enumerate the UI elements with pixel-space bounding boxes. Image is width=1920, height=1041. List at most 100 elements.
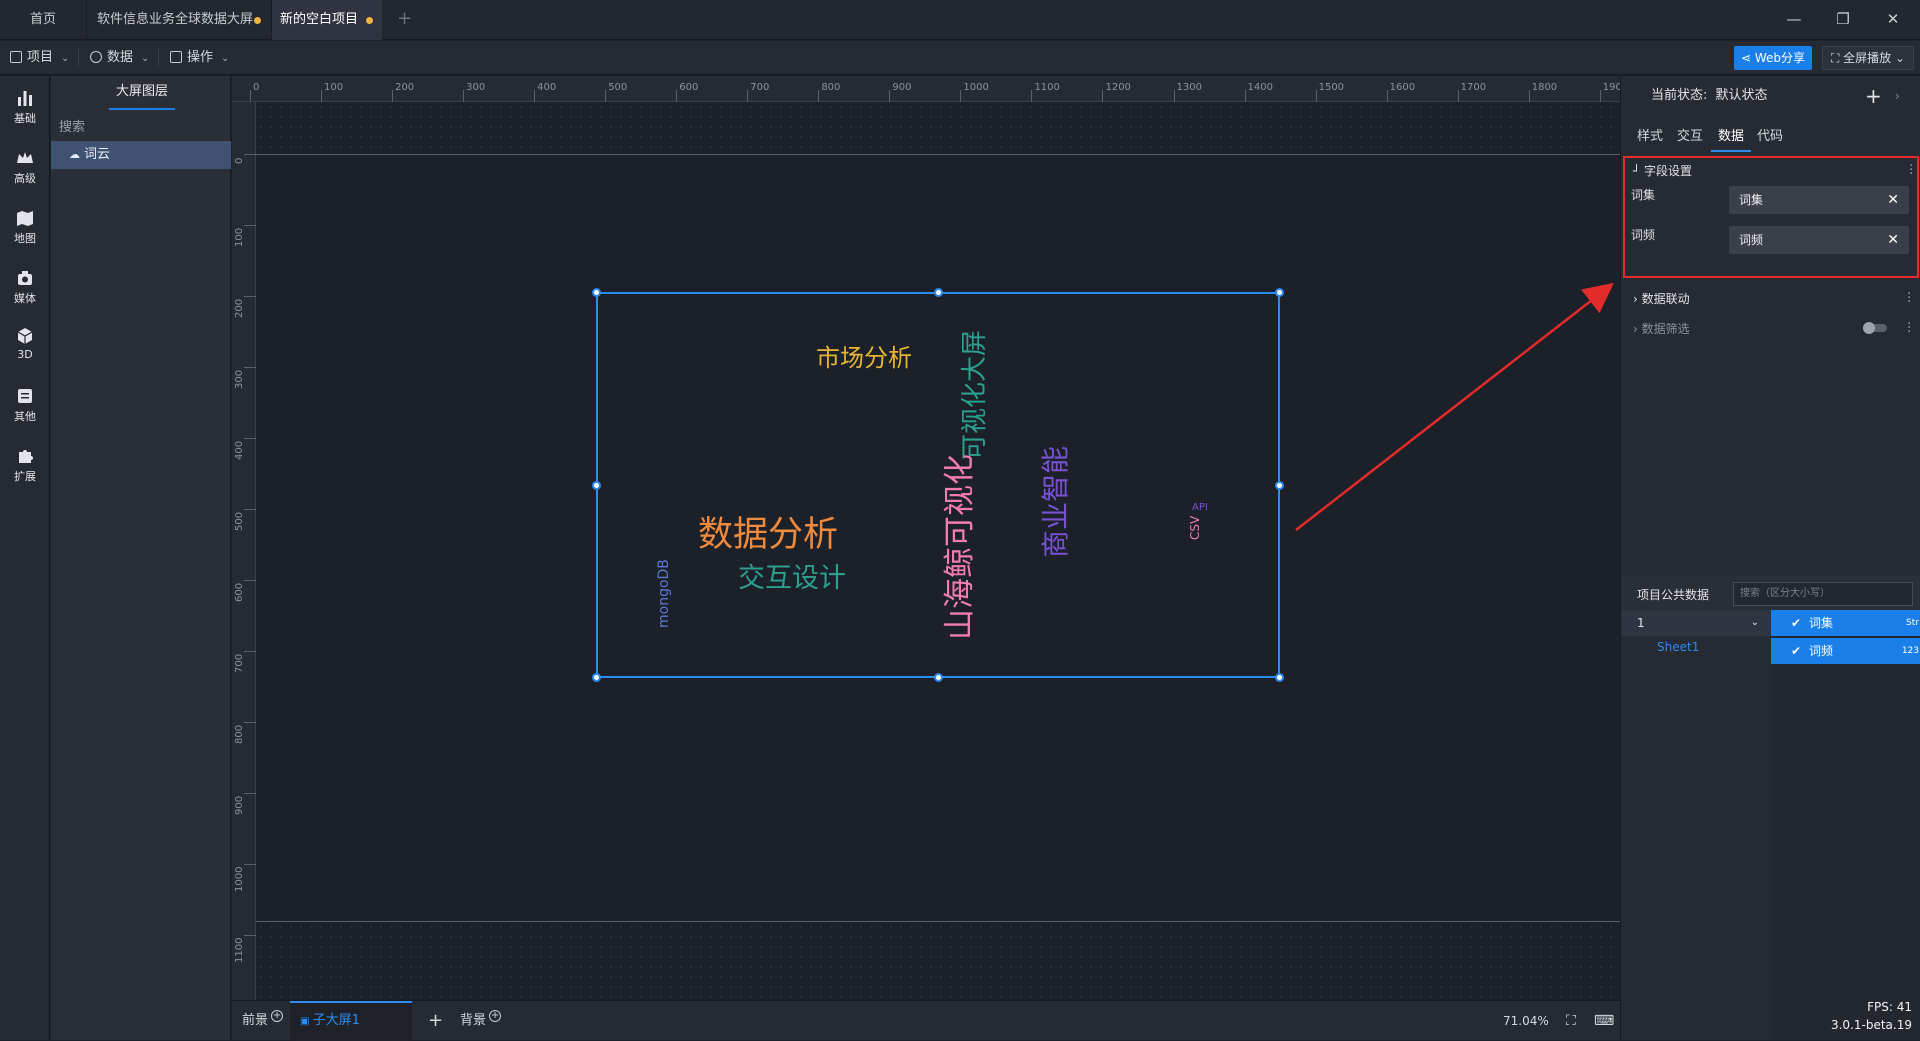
more-vertical-icon[interactable]: · · · [1909, 159, 1913, 181]
sheet-item[interactable]: Sheet1 [1657, 640, 1699, 654]
rail-item-other[interactable]: 其他 [0, 382, 50, 432]
background-tab[interactable]: 背景 + [460, 1001, 502, 1041]
word-csv: CSV [1188, 515, 1202, 540]
new-tab-plus-icon[interactable]: + [397, 8, 412, 29]
minimize-icon[interactable]: — [1785, 10, 1803, 28]
ruler-label: 300 [466, 82, 486, 93]
ruler-label: 700 [750, 82, 770, 93]
field-settings-title[interactable]: ┘ 字段设置 [1633, 162, 1692, 179]
tab-screen-layers[interactable]: 大屏图层 [109, 76, 175, 110]
rail-label: 扩展 [14, 470, 36, 483]
ruler-label: 100 [324, 82, 344, 93]
rail-label: 媒体 [14, 292, 36, 305]
more-vertical-icon[interactable]: · · · [1907, 317, 1911, 339]
add-circle-icon[interactable]: + [489, 1010, 502, 1022]
more-vertical-icon[interactable]: · · · [1907, 287, 1911, 309]
tab-blank-project[interactable]: 新的空白项目 [272, 0, 382, 40]
field-tag-words[interactable]: 词集 ✕ [1729, 186, 1909, 214]
rail-item-map[interactable]: 地图 [0, 204, 50, 254]
resize-handle-n[interactable] [934, 288, 943, 297]
add-state-plus-icon[interactable]: + [1865, 76, 1882, 116]
public-data-search-input[interactable]: 搜索（区分大小写） [1733, 582, 1913, 606]
toggle-knob [1863, 322, 1875, 334]
close-icon[interactable]: ✕ [1884, 10, 1902, 28]
screen-icon: ▣ [300, 1016, 313, 1027]
data-linkage-section[interactable]: › 数据联动 [1633, 290, 1690, 307]
rail-item-extension[interactable]: 扩展 [0, 442, 50, 492]
tab-global-dashboard[interactable]: 软件信息业务全球数据大屏 [87, 0, 271, 40]
ruler-top[interactable]: 0 100 200 300 400 500 600 700 800 900 1000 1100 1200… [232, 76, 1628, 102]
editor-canvas[interactable]: 市场分析 可视化大屏 商业智能 数据分析 交互设计 山海鲸可视化 mongoDB… [256, 102, 1620, 1000]
ruler-label: 500 [234, 512, 245, 532]
camera-icon [18, 271, 32, 285]
ruler-label: 400 [537, 82, 557, 93]
resize-handle-ne[interactable] [1275, 288, 1284, 297]
web-share-button[interactable]: ⋖ Web分享 [1734, 46, 1812, 70]
foreground-tab[interactable]: 前景 + [242, 1001, 284, 1041]
layer-item-wordcloud[interactable]: ☁ 词云 [51, 141, 231, 169]
tab-data[interactable]: 数据 [1711, 122, 1751, 152]
dataset-select[interactable]: 1 ⌄ [1621, 610, 1771, 636]
wordcloud-widget[interactable]: 市场分析 可视化大屏 商业智能 数据分析 交互设计 山海鲸可视化 mongoDB… [592, 288, 1284, 682]
layer-search-input[interactable]: 搜索 [59, 116, 85, 135]
wordcloud-icon: ☁ [69, 148, 80, 161]
resize-handle-e[interactable] [1275, 481, 1284, 490]
keyboard-icon[interactable]: ⌨ [1594, 1001, 1614, 1041]
rail-item-advanced[interactable]: 高级 [0, 144, 50, 194]
field-tag-frequency[interactable]: 词频 ✕ [1729, 226, 1909, 254]
dataset-label: 1 [1637, 616, 1645, 630]
ruler-tick [747, 90, 749, 102]
toolbar: 项目 ⌄ 数据 ⌄ 操作 ⌄ ⋖ Web分享 ⛶ 全屏播放 ⌄ [0, 41, 1920, 75]
resize-handle-nw[interactable] [592, 288, 601, 297]
fullscreen-play-button[interactable]: ⛶ 全屏播放 ⌄ [1822, 46, 1914, 70]
column-item-words[interactable]: ✔ 词集 Str [1771, 610, 1920, 636]
state-value[interactable]: 默认状态 [1716, 88, 1768, 103]
add-circle-icon[interactable]: + [271, 1010, 284, 1022]
sub-screen-tab[interactable]: ▣ 子大屏1 [290, 1001, 412, 1041]
ruler-label: 1000 [963, 82, 989, 93]
menu-label: 项目 [27, 50, 54, 65]
rail-item-3d[interactable]: 3D [0, 322, 50, 372]
rail-label: 高级 [14, 172, 36, 185]
resize-handle-se[interactable] [1275, 673, 1284, 682]
resize-handle-sw[interactable] [592, 673, 601, 682]
ruler-label: 1200 [1105, 82, 1131, 93]
tab-style[interactable]: 样式 [1637, 122, 1663, 152]
ruler-tick [1528, 90, 1530, 102]
tab-home[interactable]: 首页 [0, 0, 86, 40]
rail-item-media[interactable]: 媒体 [0, 264, 50, 314]
fit-screen-icon[interactable]: ⛶ [1566, 1001, 1576, 1041]
remove-icon[interactable]: ✕ [1887, 226, 1899, 254]
column-item-frequency[interactable]: ✔ 词频 123 [1771, 638, 1920, 664]
ruler-left[interactable]: 0 100 200 300 400 500 600 700 800 900 1000 1100 [232, 102, 256, 1000]
tab-code[interactable]: 代码 [1757, 122, 1783, 152]
ruler-tick [676, 90, 678, 102]
ruler-tick [1031, 90, 1033, 102]
data-menu[interactable]: 数据 ⌄ [90, 41, 149, 75]
rail-label: 其他 [14, 410, 36, 423]
ruler-label: 1800 [1531, 82, 1558, 93]
remove-icon[interactable]: ✕ [1887, 186, 1899, 214]
ruler-tick [1244, 90, 1246, 102]
chevron-right-icon[interactable]: › [1895, 76, 1900, 116]
add-screen-plus-icon[interactable]: + [428, 1001, 443, 1041]
resize-handle-w[interactable] [592, 481, 601, 490]
ruler-label: 0 [234, 157, 245, 164]
restore-icon[interactable]: ❐ [1834, 10, 1852, 28]
rail-item-basic[interactable]: 基础 [0, 84, 50, 134]
ruler-tick [1102, 90, 1104, 102]
operate-menu[interactable]: 操作 ⌄ [170, 41, 229, 75]
data-filter-section[interactable]: › 数据筛选 [1633, 320, 1690, 337]
filter-toggle[interactable] [1863, 322, 1887, 334]
ruler-label: 600 [679, 82, 699, 93]
project-menu[interactable]: 项目 ⌄ [10, 41, 69, 75]
tag-label: 词集 [1739, 193, 1764, 207]
resize-handle-s[interactable] [934, 673, 943, 682]
zoom-level[interactable]: 71.04% [1503, 1001, 1549, 1041]
field-settings-section: ┘ 字段设置 · · · 词集 词集 ✕ 词频 词频 ✕ [1623, 156, 1919, 278]
rail-label: 3D [17, 348, 33, 361]
tab-interaction[interactable]: 交互 [1677, 122, 1703, 152]
chevron-down-icon: ⌄ [1891, 51, 1906, 65]
ruler-tick [463, 90, 465, 102]
ruler-label: 1300 [1176, 82, 1202, 93]
